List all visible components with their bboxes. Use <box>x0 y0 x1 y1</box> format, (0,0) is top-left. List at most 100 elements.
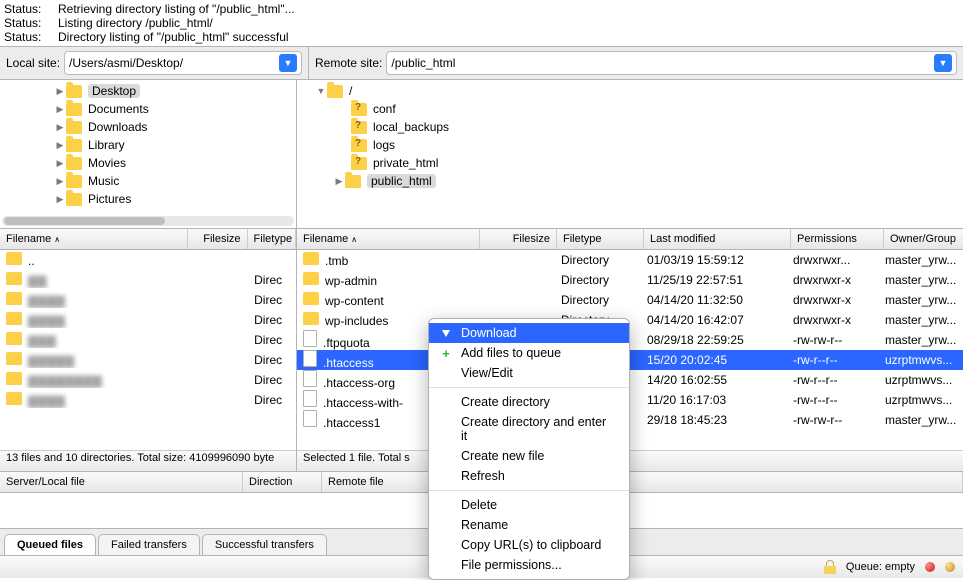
tree-item[interactable]: logs <box>297 136 963 154</box>
lock-icon[interactable] <box>824 560 836 574</box>
chevron-down-icon[interactable]: ▼ <box>279 54 297 72</box>
list-item[interactable]: .tmbDirectory01/03/19 15:59:12drwxrwxr..… <box>297 250 963 270</box>
chevron-right-icon[interactable] <box>54 122 66 133</box>
menu-refresh[interactable]: Refresh <box>429 466 629 486</box>
list-item[interactable]: .htaccess-org14/20 16:02:55-rw-r--r--uzr… <box>297 370 963 390</box>
col-permissions[interactable]: Permissions <box>791 229 884 249</box>
tree-item[interactable]: / <box>297 82 963 100</box>
tab-successful-transfers[interactable]: Successful transfers <box>202 534 327 555</box>
tree-item-label: conf <box>373 102 396 116</box>
cell-type: Direc <box>248 273 296 287</box>
remote-list-header[interactable]: Filename∧ Filesize Filetype Last modifie… <box>297 229 963 250</box>
folder-icon <box>351 103 367 116</box>
tree-item-label: public_html <box>367 174 436 188</box>
list-item[interactable]: ▇▇▇Direc <box>0 330 296 350</box>
list-item[interactable]: .. <box>0 250 296 270</box>
file-icon <box>303 350 317 367</box>
chevron-right-icon[interactable] <box>54 158 66 169</box>
col-filetype[interactable]: Filetype <box>557 229 644 249</box>
list-item[interactable]: ▇▇▇▇▇▇▇▇Direc <box>0 370 296 390</box>
sites-row: Local site: /Users/asmi/Desktop/ ▼ Remot… <box>0 47 963 80</box>
download-icon <box>439 326 453 340</box>
tree-item-label: private_html <box>373 156 438 170</box>
tab-failed-transfers[interactable]: Failed transfers <box>98 534 200 555</box>
menu-file-permissions[interactable]: File permissions... <box>429 555 629 575</box>
col-filetype[interactable]: Filetype <box>248 229 296 249</box>
cell-permissions: -rw-rw-r-- <box>787 333 879 347</box>
col-filesize[interactable]: Filesize <box>188 229 247 249</box>
local-site-select[interactable]: /Users/asmi/Desktop/ ▼ <box>64 51 302 75</box>
remote-list-body[interactable]: .tmbDirectory01/03/19 15:59:12drwxrwxr..… <box>297 250 963 450</box>
tree-item[interactable]: Pictures <box>0 190 296 208</box>
chevron-icon[interactable] <box>315 86 327 96</box>
remote-site-select[interactable]: /public_html ▼ <box>386 51 957 75</box>
folder-icon <box>6 352 22 365</box>
list-item[interactable]: wp-adminDirectory11/25/19 22:57:51drwxrw… <box>297 270 963 290</box>
remote-tree[interactable]: / conf local_backupslogs private_htmlpublic… <box>297 80 963 228</box>
col-server-local[interactable]: Server/Local file <box>0 472 243 492</box>
chevron-icon[interactable] <box>333 176 345 187</box>
list-item[interactable]: ▇▇▇▇Direc <box>0 390 296 410</box>
col-filename[interactable]: Filename∧ <box>0 229 188 249</box>
local-tree[interactable]: DesktopDocumentsDownloadsLibraryMoviesMu… <box>0 80 297 228</box>
chevron-right-icon[interactable] <box>54 194 66 205</box>
tree-item[interactable]: conf <box>297 100 963 118</box>
tree-item[interactable]: Movies <box>0 154 296 172</box>
col-filename[interactable]: Filename∧ <box>297 229 480 249</box>
folder-icon <box>351 157 367 170</box>
menu-download[interactable]: Download <box>429 323 629 343</box>
list-item[interactable]: ▇▇▇▇▇Direc <box>0 350 296 370</box>
tree-item[interactable]: Downloads <box>0 118 296 136</box>
col-remote-file[interactable]: Remote file <box>322 472 963 492</box>
file-icon <box>303 410 317 427</box>
tree-item[interactable]: private_html <box>297 154 963 172</box>
tree-item[interactable]: Music <box>0 172 296 190</box>
list-item[interactable]: .htaccess-with-11/20 16:17:03-rw-r--r--u… <box>297 390 963 410</box>
cell-name: ▇▇▇▇ <box>0 312 190 328</box>
menu-create-new-file[interactable]: Create new file <box>429 446 629 466</box>
tree-item[interactable]: Desktop <box>0 82 296 100</box>
col-direction[interactable]: Direction <box>243 472 322 492</box>
list-item[interactable]: .htaccess129/18 18:45:23-rw-rw-r--master… <box>297 410 963 430</box>
list-item[interactable]: ▇▇▇▇Direc <box>0 290 296 310</box>
chevron-down-icon[interactable]: ▼ <box>934 54 952 72</box>
list-item[interactable]: ▇▇▇▇Direc <box>0 310 296 330</box>
list-item[interactable]: ▇▇ Direc <box>0 270 296 290</box>
folder-icon <box>66 121 82 134</box>
status-label: Status: <box>4 30 58 44</box>
chevron-right-icon[interactable] <box>54 140 66 151</box>
cell-modified: 11/20 16:17:03 <box>641 393 787 407</box>
list-item[interactable]: wp-includesDirectory04/14/20 16:42:07drw… <box>297 310 963 330</box>
col-owner-group[interactable]: Owner/Group <box>884 229 963 249</box>
scrollbar-horizontal[interactable] <box>2 216 294 226</box>
col-filesize[interactable]: Filesize <box>480 229 557 249</box>
chevron-right-icon[interactable] <box>54 86 66 97</box>
menu-copy-urls[interactable]: Copy URL(s) to clipboard <box>429 535 629 555</box>
remote-status-strip: Selected 1 file. Total s <box>297 450 963 471</box>
menu-rename[interactable]: Rename <box>429 515 629 535</box>
status-pane: Status:Retrieving directory listing of "… <box>0 0 963 47</box>
col-last-modified[interactable]: Last modified <box>644 229 791 249</box>
tree-item[interactable]: Documents <box>0 100 296 118</box>
menu-view-edit[interactable]: View/Edit <box>429 363 629 383</box>
menu-create-directory[interactable]: Create directory <box>429 392 629 412</box>
tree-item[interactable]: local_backups <box>297 118 963 136</box>
list-item[interactable]: wp-contentDirectory04/14/20 11:32:50drwx… <box>297 290 963 310</box>
folder-icon <box>345 175 361 188</box>
tree-item[interactable]: Library <box>0 136 296 154</box>
cell-name: ▇▇▇▇▇▇▇▇ <box>0 372 190 388</box>
list-item[interactable]: .ftpquota17File08/29/18 22:59:25-rw-rw-r… <box>297 330 963 350</box>
tree-item[interactable]: public_html <box>297 172 963 190</box>
chevron-right-icon[interactable] <box>54 176 66 187</box>
menu-add-files-to-queue[interactable]: +Add files to queue <box>429 343 629 363</box>
file-icon <box>303 390 317 407</box>
chevron-right-icon[interactable] <box>54 104 66 115</box>
cell-name: ▇▇ <box>0 272 190 288</box>
list-item[interactable]: .htaccess15/20 20:02:45-rw-r--r--uzrptmw… <box>297 350 963 370</box>
tab-queued-files[interactable]: Queued files <box>4 534 96 555</box>
local-list-body[interactable]: ..▇▇Direc▇▇▇▇Direc▇▇▇▇Direc▇▇▇Direc▇▇▇▇▇… <box>0 250 296 450</box>
cell-type: Directory <box>555 253 641 267</box>
menu-create-directory-enter[interactable]: Create directory and enter it <box>429 412 629 446</box>
local-list-header[interactable]: Filename∧ Filesize Filetype <box>0 229 296 250</box>
menu-delete[interactable]: Delete <box>429 495 629 515</box>
